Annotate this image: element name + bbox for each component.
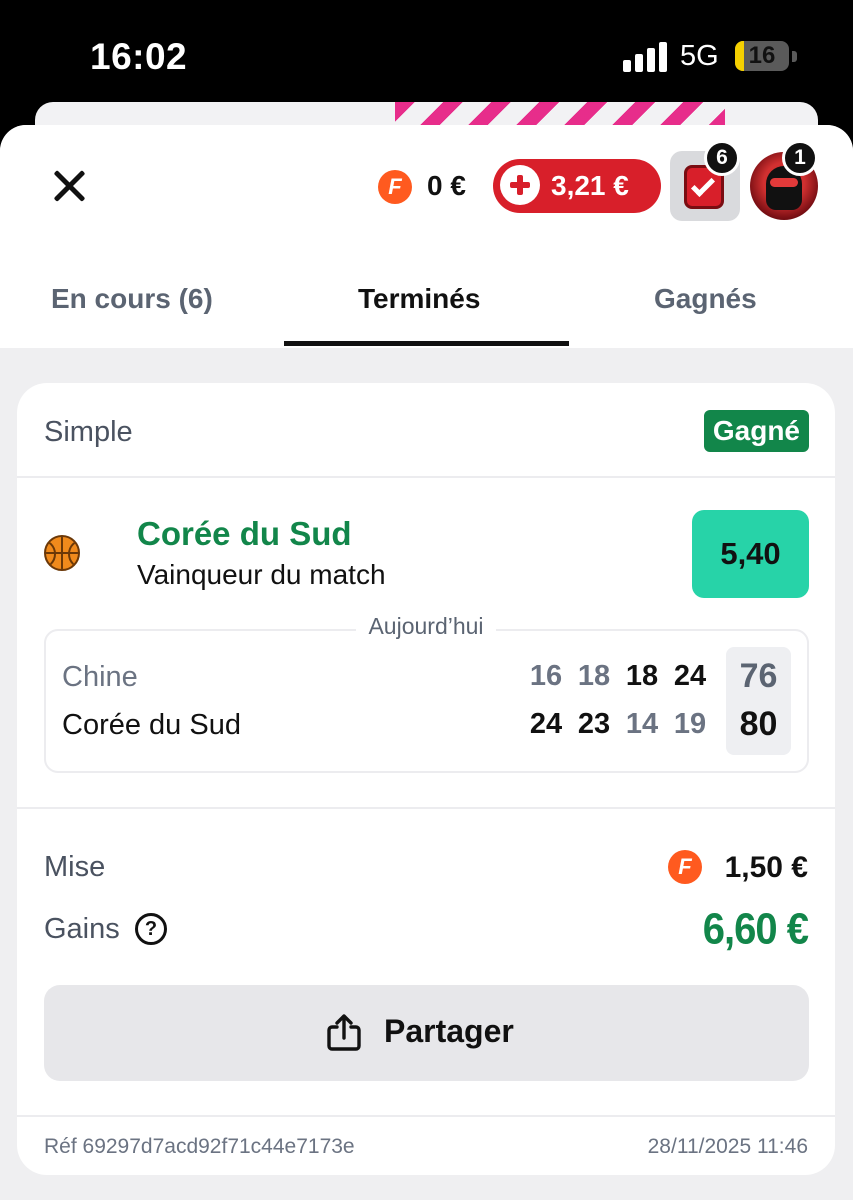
scoreboard (44, 629, 809, 773)
bet-date: 28/11/2025 11:46 (647, 1135, 808, 1158)
bonus-amount: 3,21 € (551, 170, 629, 201)
quarter-score: 18 (577, 660, 611, 692)
freebet-coin-icon: F (378, 170, 412, 204)
quarter-score: 23 (577, 708, 611, 740)
bets-sheet: F 0 € 3,21 € 6 1 En cours (6) Terminés G… (0, 125, 853, 1200)
battery-tip (792, 51, 797, 62)
bonus-button[interactable]: 3,21 € (493, 159, 661, 213)
score-date-label: Aujourd’hui (356, 613, 496, 639)
selection-name: Corée du Sud (137, 515, 352, 552)
tab-won[interactable]: Gagnés (654, 283, 757, 315)
quarter-score: 16 (529, 660, 563, 692)
divider (17, 807, 835, 809)
network-type: 5G (680, 40, 719, 72)
quarter-score: 18 (625, 660, 659, 692)
team-home: Chine (62, 661, 138, 693)
team-away: Corée du Sud (62, 709, 241, 741)
winnings-value: 6,60 € (702, 904, 809, 954)
sheet-header: F 0 € 3,21 € 6 1 En cours (6) Terminés G… (0, 125, 853, 348)
tab-bar: En cours (6) Terminés Gagnés (0, 275, 853, 348)
basketball-icon (44, 535, 80, 571)
status-bar: 16:02 5G 16 (0, 0, 853, 110)
market-name: Vainqueur du match (137, 559, 386, 590)
share-icon (327, 1014, 361, 1051)
status-time: 16:02 (90, 36, 188, 77)
quarter-score: 14 (625, 708, 659, 740)
share-button[interactable]: Partager (44, 985, 809, 1081)
divider (17, 1115, 835, 1117)
stake-label: Mise (44, 851, 106, 883)
notification-badge: 1 (782, 140, 818, 176)
total-score-away: 80 (739, 705, 778, 743)
stake-value: 1,50 € (724, 851, 808, 884)
total-score-home: 76 (739, 657, 778, 695)
status-badge: Gagné (703, 410, 809, 452)
balance-value: 0 € (427, 170, 466, 201)
signal-icon (623, 42, 667, 72)
close-icon[interactable] (52, 168, 88, 204)
score-date: Aujourd’hui (17, 613, 835, 640)
plus-icon (500, 165, 540, 205)
share-label: Partager (384, 1013, 514, 1049)
quarter-score: 19 (673, 708, 707, 740)
winnings-label: Gains (44, 913, 120, 945)
active-tab-indicator (284, 341, 569, 346)
help-icon[interactable]: ? (135, 913, 167, 945)
bets-count-badge: 6 (704, 140, 740, 176)
tab-in-progress[interactable]: En cours (6) (51, 283, 213, 315)
freebet-coin-icon: F (668, 850, 702, 884)
odds-badge: 5,40 (692, 510, 809, 598)
tab-finished[interactable]: Terminés (358, 283, 480, 315)
quarter-score: 24 (673, 660, 707, 692)
quarter-score: 24 (529, 708, 563, 740)
battery-level: 16 (748, 42, 776, 69)
battery-icon: 16 (735, 41, 789, 71)
bet-type: Simple (44, 416, 133, 448)
bet-reference: Réf 69297d7acd92f71c44e7173e (44, 1135, 355, 1158)
bet-card: Simple Gagné Corée du Sud Vainqueur du m… (17, 383, 835, 1175)
bet-card-header: Simple Gagné (17, 383, 835, 478)
